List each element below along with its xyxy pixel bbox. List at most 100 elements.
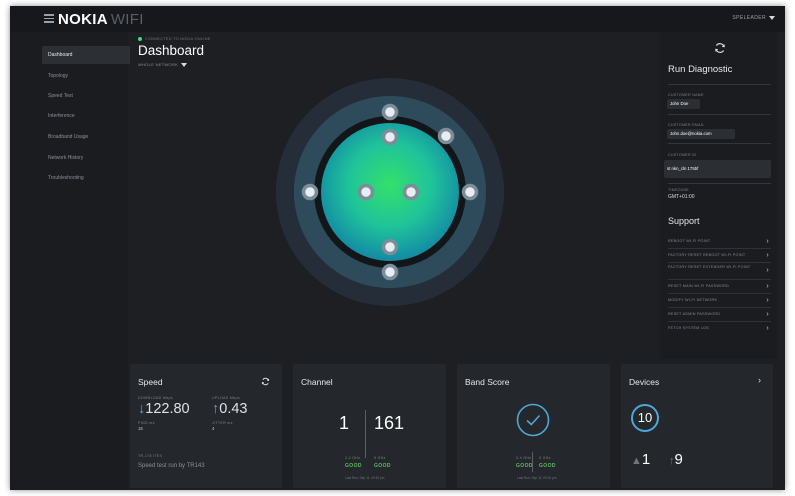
ping-value: 18 — [138, 426, 143, 431]
download-speed-value: 122.80 — [145, 401, 190, 417]
chevron-right-icon: › — [766, 325, 769, 332]
customer-email-label: CUSTOMER EMAIL — [668, 123, 705, 127]
sidebar-item-dashboard[interactable]: Dashboard — [42, 46, 132, 64]
sidebar-item-topology[interactable]: Topology — [42, 67, 132, 85]
sidebar-item-interference[interactable]: Interference — [42, 107, 132, 125]
jitter-label: JITTER ms — [212, 421, 233, 425]
customer-name-field[interactable] — [667, 99, 700, 109]
diagnostic-panel: Run Diagnostic CUSTOMER NAME CUSTOMER EM… — [660, 32, 777, 359]
refresh-icon[interactable] — [714, 42, 726, 54]
timezone-label: TIMEZONE — [668, 188, 689, 192]
network-topology-map — [276, 78, 504, 306]
page-title: Dashboard — [138, 43, 205, 58]
access-point-node[interactable] — [461, 183, 479, 201]
network-select[interactable]: WHOLE NETWORK — [138, 62, 188, 67]
support-item-label: MODIFY WI-FI NETWORK — [668, 298, 718, 302]
support-item-label: REBOOT WI-FI POINT — [668, 239, 711, 243]
divider — [668, 114, 771, 115]
chevron-right-icon[interactable]: › — [758, 375, 761, 385]
status-dot-icon — [138, 37, 142, 41]
support-item-label: FACTORY RESET REBOOT WI-FI POINT — [668, 253, 746, 257]
timezone-value: GMT+01:00 — [668, 194, 695, 200]
band-score-card: Band Score 2.4 GHz 5 GHz GOOD GOOD Last … — [457, 364, 610, 488]
band-5g-label: 5 GHz — [374, 456, 386, 460]
sidebar-item-speed-test[interactable]: Speed Test — [42, 87, 132, 105]
chevron-right-icon: › — [766, 296, 769, 304]
access-point-node[interactable] — [301, 183, 319, 201]
divider — [668, 84, 771, 85]
download-speed: ↓122.80 — [138, 401, 190, 417]
access-point-node[interactable] — [381, 103, 399, 121]
support-item-reset-wifi-password[interactable]: RESET MAIN WI-FI PASSWORD › — [668, 280, 771, 294]
access-point-node[interactable] — [357, 183, 375, 201]
support-item-label: FETCH SYSTEM LOG — [668, 326, 710, 330]
user-menu-dropdown[interactable]: SPELEADER — [732, 15, 775, 21]
devices-online-value: 9 — [674, 451, 683, 468]
devices-offline-count: ▲1 — [631, 451, 650, 468]
run-diagnostic-title: Run Diagnostic — [668, 64, 733, 75]
divider — [668, 143, 771, 144]
brand-suffix: WIFI — [110, 11, 144, 28]
upload-label: UPLOAD Mbps — [212, 396, 240, 400]
speed-card: Speed DOWNLOAD Mbps UPLOAD Mbps ↓122.80 … — [130, 364, 282, 488]
band-2g-status: GOOD — [516, 463, 533, 469]
band-2g-label: 2.4 GHz — [345, 456, 361, 460]
sidebar-item-network-history[interactable]: Network History — [42, 149, 132, 167]
download-label: DOWNLOAD Mbps — [138, 396, 173, 400]
band-5g-label: 5 GHz — [539, 456, 551, 460]
sidebar-item-broadband-usage[interactable]: Broadband Usage — [42, 128, 132, 146]
support-item-label: FACTORY RESET EXTENDER WI-FI POINT — [668, 265, 751, 269]
sidebar: Dashboard Topology Speed Test Interferen… — [10, 32, 132, 490]
triangle-up-icon: ▲ — [631, 455, 642, 467]
customer-email-field[interactable] — [667, 129, 735, 139]
sidebar-item-troubleshooting[interactable]: Troubleshooting — [42, 169, 132, 187]
chevron-down-icon — [769, 15, 775, 20]
app-window: NOKIA WIFI SPELEADER Dashboard Topology S… — [10, 6, 785, 490]
speed-test-source-label: TR-178 ITEX — [138, 454, 163, 458]
access-point-node[interactable] — [381, 263, 399, 281]
access-point-node[interactable] — [402, 183, 420, 201]
customer-name-label: CUSTOMER NAME — [668, 93, 704, 97]
devices-offline-value: 1 — [641, 451, 651, 468]
connection-status: CONNECTED TO NOKIA ONLINE — [138, 37, 211, 41]
brand-name: NOKIA — [58, 11, 108, 28]
support-item-reboot[interactable]: REBOOT WI-FI POINT › — [668, 235, 771, 249]
device-count-badge: 10 — [631, 404, 659, 432]
last-run-text: Last Run: Sep 11, 09:15 pm — [345, 476, 385, 480]
refresh-icon[interactable] — [261, 377, 270, 386]
chevron-right-icon: › — [766, 282, 769, 290]
support-item-fetch-log[interactable]: FETCH SYSTEM LOG › — [668, 322, 771, 336]
band-5g-status: GOOD — [539, 463, 556, 469]
devices-online-count: ↑9 — [669, 451, 683, 468]
support-item-factory-reset-extender[interactable]: FACTORY RESET EXTENDER WI-FI POINT › — [668, 263, 771, 280]
chevron-right-icon: › — [766, 251, 769, 259]
top-bar: NOKIA WIFI SPELEADER — [10, 6, 785, 32]
support-item-label: RESET MAIN WI-FI PASSWORD — [668, 284, 730, 288]
support-item-factory-reset[interactable]: FACTORY RESET REBOOT WI-FI POINT › — [668, 249, 771, 263]
access-point-node[interactable] — [381, 128, 399, 146]
support-item-modify-network[interactable]: MODIFY WI-FI NETWORK › — [668, 294, 771, 308]
devices-title: Devices — [629, 377, 660, 387]
last-run-text: Last Run: Sep 11, 09:15 pm — [517, 476, 557, 480]
upload-speed: ↑0.43 — [212, 401, 247, 417]
user-menu-label: SPELEADER — [732, 15, 766, 21]
channel-card: Channel 1 161 2.4 GHz 5 GHz GOOD GOOD La… — [293, 364, 446, 488]
band-2g-label: 2.4 GHz — [516, 456, 532, 460]
access-point-node[interactable] — [381, 238, 399, 256]
support-item-reset-admin-password[interactable]: RESET ADMIN PASSWORD › — [668, 308, 771, 322]
customer-id-label: CUSTOMER ID — [668, 153, 697, 157]
network-select-value: WHOLE NETWORK — [138, 62, 179, 67]
chevron-right-icon: › — [766, 310, 769, 318]
brand-logo: NOKIA WIFI — [58, 11, 144, 28]
ping-label: PING ms — [138, 421, 155, 425]
access-point-node[interactable] — [437, 127, 455, 145]
channel-title: Channel — [301, 377, 333, 387]
channel-5g-value: 161 — [374, 413, 405, 433]
hamburger-menu-icon[interactable] — [44, 14, 54, 24]
devices-card: Devices › 10 ▲1 ↑9 — [621, 364, 773, 488]
divider — [365, 410, 366, 458]
jitter-value: 4 — [212, 426, 215, 431]
customer-id-field[interactable] — [664, 160, 771, 178]
checkmark-icon — [516, 403, 550, 437]
band-score-title: Band Score — [465, 377, 510, 387]
